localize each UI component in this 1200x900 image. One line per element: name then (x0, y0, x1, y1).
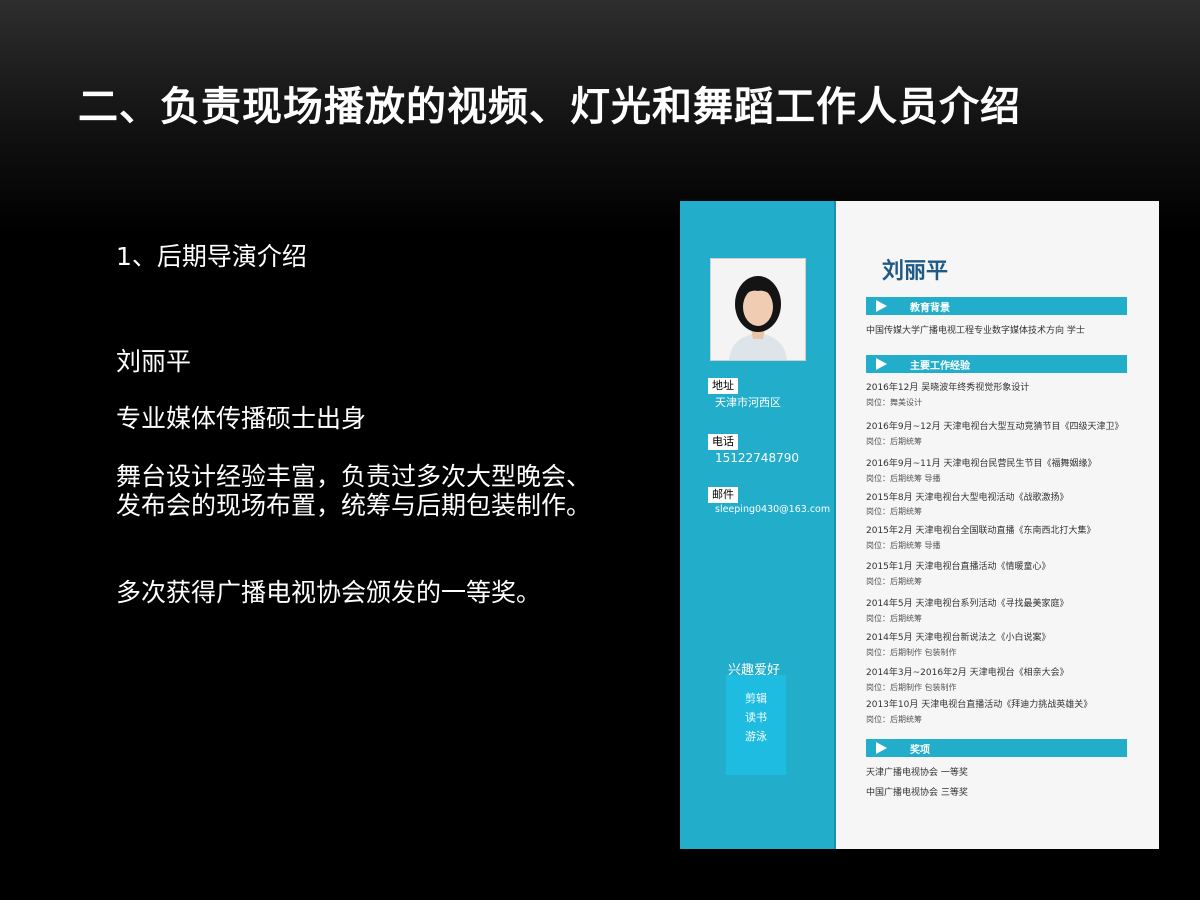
hobby-item: 游泳 (745, 730, 767, 743)
work-entry: 2014年3月~2016年2月 天津电视台《相亲大会》 (866, 668, 1069, 678)
work-entry: 2015年1月 天津电视台直播活动《情暖童心》 (866, 562, 1051, 572)
address-label: 地址 (708, 378, 738, 394)
award-item: 中国广播电视协会 三等奖 (866, 788, 968, 798)
intro-subtitle: 1、后期导演介绍 (116, 242, 307, 271)
hobby-item: 剪辑 (745, 692, 767, 705)
intro-experience: 舞台设计经验丰富，负责过多次大型晚会、发布会的现场布置，统筹与后期包装制作。 (116, 462, 592, 520)
work-role: 岗位：后期统筹 导播 (866, 541, 941, 550)
arrow-icon (876, 300, 887, 312)
slide-title: 二、负责现场播放的视频、灯光和舞蹈工作人员介绍 (78, 84, 1021, 130)
phone-value: 15122748790 (715, 451, 799, 465)
work-entry: 2016年9月~11月 天津电视台民营民生节目《福舞姻缘》 (866, 459, 1097, 469)
work-role: 岗位：舞美设计 (866, 398, 922, 407)
education-title: 教育背景 (910, 303, 950, 314)
arrow-icon (876, 742, 887, 754)
awards-bar: 奖项 (866, 739, 1127, 757)
work-entry: 2014年5月 天津电视台新说法之《小白说案》 (866, 633, 1051, 643)
work-entry: 2014年5月 天津电视台系列活动《寻找最美家庭》 (866, 599, 1069, 609)
award-item: 天津广播电视协会 一等奖 (866, 768, 968, 778)
work-role: 岗位：后期制作 包装制作 (866, 648, 957, 657)
resume-card: 地址 天津市河西区 电话 15122748790 邮件 sleeping0430… (680, 201, 1159, 849)
work-entry: 2013年10月 天津电视台直播活动《拜迪力挑战英雄关》 (866, 700, 1093, 710)
work-role: 岗位：后期统筹 (866, 715, 922, 724)
intro-name: 刘丽平 (116, 347, 192, 376)
work-role: 岗位：后期统筹 导播 (866, 474, 941, 483)
work-role: 岗位：后期统筹 (866, 437, 922, 446)
email-label: 邮件 (708, 487, 738, 503)
education-text: 中国传媒大学广播电视工程专业数字媒体技术方向 学士 (866, 326, 1085, 336)
intro-degree: 专业媒体传播硕士出身 (116, 404, 367, 433)
intro-award: 多次获得广播电视协会颁发的一等奖。 (116, 578, 542, 607)
portrait-image (711, 259, 805, 360)
hobby-box: 剪辑 读书 游泳 (726, 675, 786, 775)
resume-name: 刘丽平 (882, 259, 949, 284)
work-entry: 2015年2月 天津电视台全国联动直播《东南西北打大集》 (866, 526, 1096, 536)
email-value: sleeping0430@163.com (715, 504, 831, 515)
work-entry: 2016年9月~12月 天津电视台大型互动竞猜节目《四级天津卫》 (866, 422, 1124, 432)
work-title: 主要工作经验 (910, 361, 970, 372)
phone-label: 电话 (708, 434, 738, 450)
awards-title: 奖项 (910, 745, 930, 756)
address-value: 天津市河西区 (715, 396, 781, 409)
work-role: 岗位：后期统筹 (866, 577, 922, 586)
work-role: 岗位：后期统筹 (866, 614, 922, 623)
profile-photo (710, 258, 806, 361)
work-bar: 主要工作经验 (866, 355, 1127, 373)
education-bar: 教育背景 (866, 297, 1127, 315)
arrow-icon (876, 358, 887, 370)
work-role: 岗位：后期统筹 (866, 507, 922, 516)
resume-sidebar: 地址 天津市河西区 电话 15122748790 邮件 sleeping0430… (680, 201, 836, 849)
work-entry: 2015年8月 天津电视台大型电视活动《战歌激扬》 (866, 493, 1069, 503)
work-entry: 2016年12月 吴晓波年终秀视觉形象设计 (866, 383, 1030, 393)
work-role: 岗位：后期制作 包装制作 (866, 683, 957, 692)
hobby-item: 读书 (745, 711, 767, 724)
